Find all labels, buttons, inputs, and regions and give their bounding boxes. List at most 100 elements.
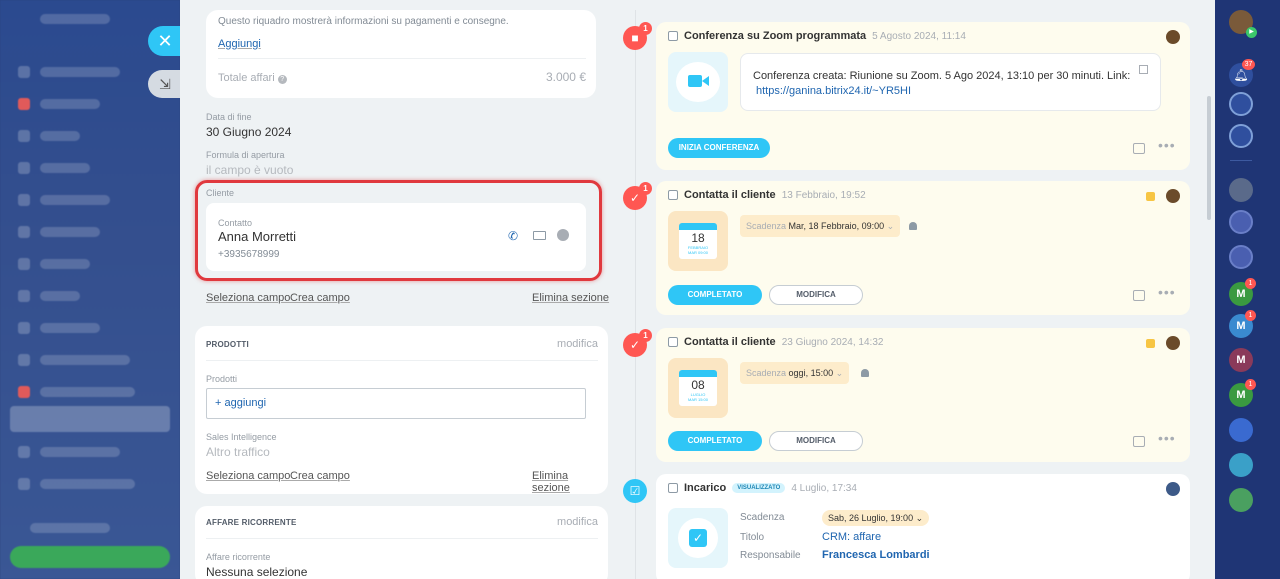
activity-date: 23 Giugno 2024, 14:32: [781, 336, 884, 348]
add-product-field[interactable]: + aggiungi: [206, 388, 586, 419]
modify-button[interactable]: MODIFICA: [769, 431, 863, 451]
minimize-slider-button[interactable]: ⇲: [148, 70, 182, 98]
calendar-icon: 08 LUGLIO MAR 15:00: [679, 370, 717, 406]
sales-intel-value[interactable]: Altro traffico: [206, 445, 270, 459]
task-icon: ☑: [623, 479, 647, 503]
play-icon: ▶: [1246, 27, 1257, 38]
formula-value[interactable]: il campo è vuoto: [206, 163, 293, 177]
recurring-value[interactable]: Nessuna selezione: [206, 565, 307, 579]
title-label: Titolo: [740, 532, 765, 543]
flag-icon: [1146, 339, 1155, 348]
activity-title[interactable]: Conferenza su Zoom programmata: [684, 30, 866, 42]
complete-button[interactable]: COMPLETATO: [668, 431, 762, 451]
more-icon[interactable]: •••: [1158, 430, 1176, 446]
calendar-day: 18: [691, 231, 705, 245]
activity-header: Contatta il cliente 13 Febbraio, 19:52: [668, 189, 866, 201]
select-field-link[interactable]: Seleziona campo: [206, 470, 290, 482]
activity-date: 5 Agosto 2024, 11:14: [872, 30, 966, 42]
end-date-value[interactable]: 30 Giugno 2024: [206, 125, 291, 139]
close-slider-button[interactable]: ✕: [148, 26, 182, 56]
avatar[interactable]: [1166, 189, 1180, 203]
note-icon[interactable]: [1133, 290, 1145, 301]
status-badge: VISUALIZZATO: [732, 483, 786, 493]
activity-badge: 1: [639, 22, 652, 35]
activity-header: Incarico VISUALIZZATO 4 Luglio, 17:34: [668, 482, 857, 494]
divider: [218, 58, 586, 59]
deadline-chip[interactable]: Scadenza Mar, 18 Febbraio, 09:00 ⌄: [740, 215, 901, 237]
activity-zoom: Conferenza su Zoom programmata 5 Agosto …: [656, 22, 1190, 170]
conference-link[interactable]: https://ganina.bitrix24.it/~YR5HI: [756, 85, 911, 97]
activity-badge: 1: [639, 329, 652, 342]
activity-call-client-1: Contatta il cliente 13 Febbraio, 19:52 1…: [656, 181, 1190, 315]
calendar-box: 08 LUGLIO MAR 15:00: [668, 358, 728, 418]
channel-icon[interactable]: [1229, 245, 1253, 269]
create-field-link[interactable]: Crea campo: [290, 292, 350, 304]
activity-checkbox[interactable]: [668, 190, 678, 200]
activity-header: Conferenza su Zoom programmata 5 Agosto …: [668, 30, 966, 42]
divider: [1230, 160, 1252, 161]
bell-icon[interactable]: [909, 222, 917, 230]
more-icon[interactable]: •••: [1158, 284, 1176, 300]
title-value-link[interactable]: CRM: affare: [822, 531, 881, 543]
start-conference-button[interactable]: INIZIA CONFERENZA: [668, 138, 770, 158]
activity-date: 4 Luglio, 17:34: [791, 482, 857, 494]
info-icon[interactable]: ?: [277, 75, 287, 84]
create-field-link[interactable]: Crea campo: [290, 470, 350, 482]
chevron-down-icon: ⌄: [886, 221, 895, 231]
add-payment-link[interactable]: Aggiungi: [218, 38, 261, 50]
note-icon[interactable]: [1133, 436, 1145, 447]
delete-section-link[interactable]: Elimina sezione: [532, 292, 609, 304]
divider: [206, 360, 598, 361]
checkbox-icon: ✓: [678, 518, 718, 558]
calendar-icon: 18 FEBBRAIO MAR 09:00: [679, 223, 717, 259]
channel-icon[interactable]: [1229, 210, 1253, 234]
task-icon-box: ✓: [668, 508, 728, 568]
total-label: Totale affari ?: [218, 72, 287, 84]
message-icon[interactable]: [1229, 453, 1253, 477]
activity-title[interactable]: Incarico: [684, 482, 726, 494]
deadline-chip[interactable]: Sab, 26 Luglio, 19:00 ⌄: [822, 510, 930, 526]
pulse-icon[interactable]: [1229, 92, 1253, 116]
chat-icon[interactable]: [1229, 124, 1253, 148]
recurring-label: Affare ricorrente: [206, 552, 271, 562]
formula-label: Formula di apertura: [206, 150, 285, 160]
payments-info-text: Questo riquadro mostrerà informazioni su…: [218, 16, 509, 27]
add-product-link[interactable]: + aggiungi: [215, 397, 266, 409]
avatar[interactable]: [1166, 30, 1180, 44]
activity-header: Contatta il cliente 23 Giugno 2024, 14:3…: [668, 336, 883, 348]
activity-checkbox[interactable]: [668, 483, 678, 493]
complete-button[interactable]: COMPLETATO: [668, 285, 762, 305]
select-field-link[interactable]: Seleziona campo: [206, 292, 290, 304]
delete-section-link[interactable]: Elimina sezione: [532, 470, 608, 494]
modify-button[interactable]: MODIFICA: [769, 285, 863, 305]
scrollbar[interactable]: [1207, 96, 1211, 220]
chevron-down-icon: ⌄: [915, 513, 924, 523]
products-header: PRODOTTI: [206, 340, 249, 349]
note-icon[interactable]: [1133, 143, 1145, 154]
video-camera-icon: [676, 62, 720, 102]
calendar-box: 18 FEBBRAIO MAR 09:00: [668, 211, 728, 271]
avatar[interactable]: [1166, 482, 1180, 496]
activity-checkbox[interactable]: [668, 337, 678, 347]
group-avatar[interactable]: [1229, 178, 1253, 202]
products-edit-link[interactable]: modifica: [557, 338, 598, 350]
responsible-value-link[interactable]: Francesca Lombardi: [822, 549, 930, 561]
activity-title[interactable]: Contatta il cliente: [684, 189, 776, 201]
more-icon[interactable]: •••: [1158, 137, 1176, 153]
calendar-time: MAR 15:00: [687, 397, 708, 402]
activity-title[interactable]: Contatta il cliente: [684, 336, 776, 348]
calendar-day: 08: [691, 378, 705, 392]
avatar[interactable]: [1166, 336, 1180, 350]
bell-icon[interactable]: [861, 369, 869, 377]
copy-icon[interactable]: [1139, 65, 1148, 74]
activity-checkbox[interactable]: [668, 31, 678, 41]
chat-avatar[interactable]: M: [1229, 348, 1253, 372]
chat-badge: 1: [1245, 310, 1256, 321]
recurring-edit-link[interactable]: modifica: [557, 516, 598, 528]
document-icon[interactable]: [1229, 488, 1253, 512]
recurring-card: AFFARE RICORRENTE modifica Affare ricorr…: [195, 506, 608, 579]
conference-description: Conferenza creata: Riunione su Zoom. 5 A…: [753, 70, 1131, 82]
payments-card: Questo riquadro mostrerà informazioni su…: [206, 10, 596, 98]
bookmark-icon[interactable]: [1229, 418, 1253, 442]
deadline-chip[interactable]: Scadenza oggi, 15:00 ⌄: [740, 362, 850, 384]
